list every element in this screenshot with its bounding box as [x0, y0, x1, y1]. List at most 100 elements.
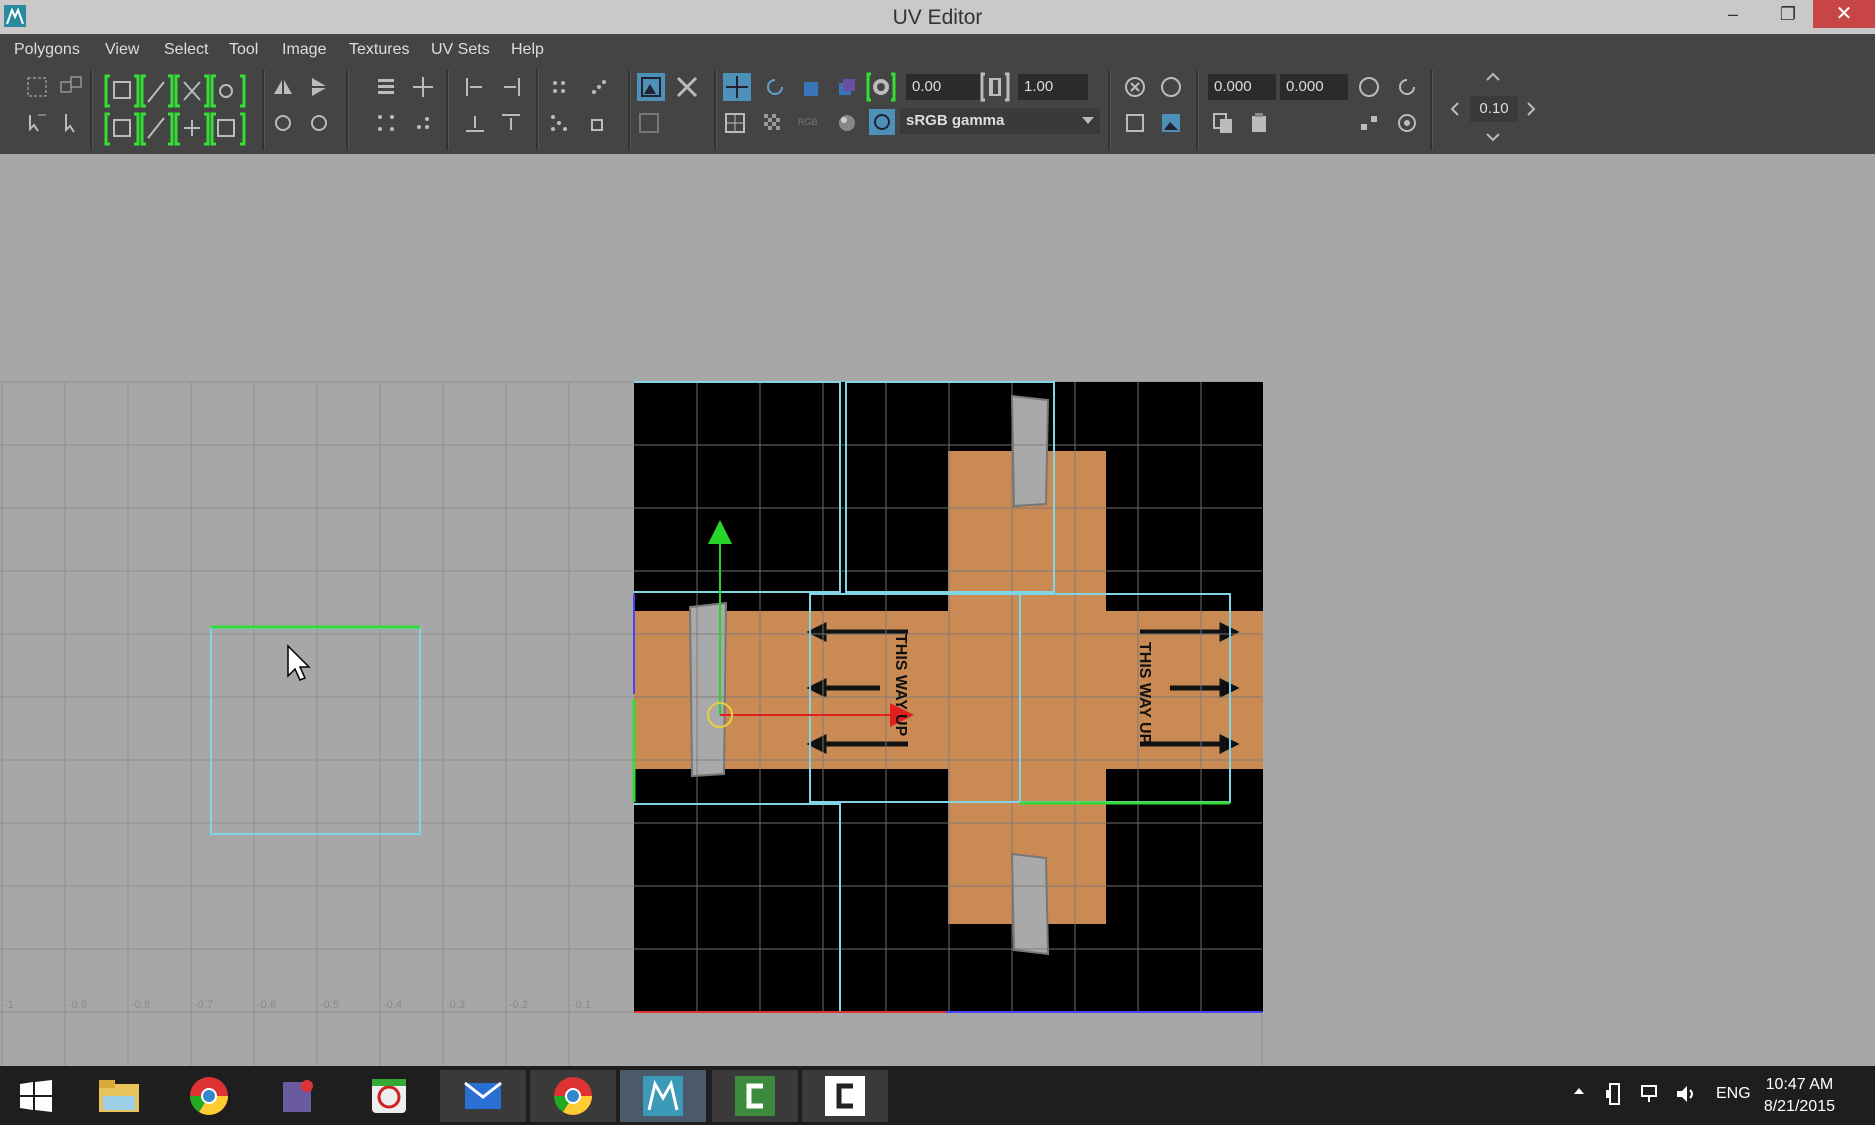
- copy-uv-icon[interactable]: [1122, 110, 1148, 136]
- uv-select-tool-icon[interactable]: [58, 110, 84, 136]
- paste-icon[interactable]: [1246, 110, 1272, 136]
- restore-button[interactable]: ❐: [1765, 0, 1811, 28]
- uv-pin-icon[interactable]: [1356, 74, 1382, 100]
- color-space-dropdown[interactable]: sRGB gamma: [900, 108, 1100, 134]
- shaded-uv-icon[interactable]: [834, 74, 860, 100]
- texture-borders-icon[interactable]: [798, 74, 824, 100]
- psd-network-icon[interactable]: [1158, 74, 1184, 100]
- display-image-icon[interactable]: [636, 72, 666, 102]
- start-button[interactable]: [0, 1070, 72, 1122]
- align-bottom-icon[interactable]: [462, 110, 488, 136]
- uv-viewport[interactable]: -1 -0.9 -0.8 -0.7 -0.6 -0.5 -0.4 -0.3 -0…: [0, 154, 1875, 1066]
- gamma-field[interactable]: 1.00: [1018, 74, 1088, 100]
- gamma-toggle-icon[interactable]: [980, 72, 1010, 102]
- rgb-channels-toggle[interactable]: RGB: [798, 117, 818, 127]
- toolbar-separator: [1108, 70, 1111, 150]
- input-language[interactable]: ENG: [1716, 1085, 1751, 1103]
- axis-label: -0.6: [257, 999, 276, 1011]
- align-left-icon[interactable]: [462, 74, 488, 100]
- uv-coords-icon[interactable]: [1122, 74, 1148, 100]
- mail-icon: [464, 1081, 502, 1109]
- camtasia-recorder-icon: [825, 1076, 865, 1116]
- u-coordinate-field[interactable]: 0.000: [1208, 74, 1276, 100]
- selection-constraint-group[interactable]: [104, 72, 254, 148]
- menu-select[interactable]: Select: [164, 41, 208, 59]
- color-management-icon[interactable]: [868, 108, 896, 136]
- rotate-cw-icon[interactable]: [306, 110, 332, 136]
- menu-view[interactable]: View: [105, 41, 139, 59]
- minimize-button[interactable]: –: [1713, 0, 1753, 28]
- display-alpha-icon[interactable]: [834, 110, 860, 136]
- clock-time: 10:47 AM: [1765, 1076, 1834, 1093]
- toolbar-separator: [1430, 70, 1433, 150]
- uv-settings-icon[interactable]: [1394, 110, 1420, 136]
- sew-uv-icon[interactable]: [410, 74, 436, 100]
- menu-bar: Polygons View Select Tool Image Textures…: [0, 34, 1875, 66]
- image-range-icon[interactable]: [1158, 110, 1184, 136]
- split-uv-icon[interactable]: [373, 110, 399, 136]
- battery-icon[interactable]: [1604, 1082, 1624, 1106]
- refresh-icon[interactable]: [762, 74, 788, 100]
- flip-v-icon[interactable]: [306, 74, 332, 100]
- step-right-icon[interactable]: [1522, 96, 1540, 122]
- exposure-field[interactable]: 0.00: [906, 74, 984, 100]
- copy-icon[interactable]: [1210, 110, 1236, 136]
- start-icon: [20, 1080, 52, 1112]
- uv-distribute-icon[interactable]: [1356, 110, 1382, 136]
- chrome-icon: [554, 1077, 592, 1115]
- network-icon[interactable]: [1638, 1082, 1660, 1106]
- chevron-down-icon: [1082, 117, 1094, 124]
- taskbar-file-explorer[interactable]: [76, 1070, 162, 1122]
- straighten-icon[interactable]: [586, 110, 612, 136]
- rotate-ccw-icon[interactable]: [270, 110, 296, 136]
- exposure-toggle-icon[interactable]: [866, 72, 896, 102]
- v-coordinate-field[interactable]: 0.000: [1280, 74, 1348, 100]
- uv-rotate-icon[interactable]: [1394, 74, 1420, 100]
- taskbar-camtasia[interactable]: [712, 1070, 798, 1122]
- shuffle-icon[interactable]: [674, 74, 700, 100]
- taskbar-screen-recorder[interactable]: [346, 1070, 432, 1122]
- menu-help[interactable]: Help: [511, 41, 544, 59]
- camtasia-icon: [735, 1076, 775, 1116]
- close-button[interactable]: ✕: [1813, 0, 1875, 28]
- axis-label: -1: [4, 999, 14, 1011]
- unfold-icon[interactable]: [586, 74, 612, 100]
- texture-text-this-way-up-1: THIS WAY UP: [892, 634, 909, 737]
- taskbar-mail[interactable]: [440, 1070, 526, 1122]
- dim-image-icon[interactable]: [636, 110, 662, 136]
- checker-icon[interactable]: [722, 110, 748, 136]
- uv-toolbar: RGB 0.00 1.00 sRGB gamma 0.000 0.000 0.1…: [0, 66, 1875, 155]
- uv-layout-icon[interactable]: [58, 74, 84, 100]
- grid-uv-icon[interactable]: [546, 110, 572, 136]
- uv-select-icon[interactable]: [24, 110, 50, 136]
- align-right-icon[interactable]: [498, 74, 524, 100]
- menu-tool[interactable]: Tool: [229, 41, 258, 59]
- taskbar-chrome[interactable]: [166, 1070, 252, 1122]
- taskbar-maya[interactable]: [620, 1070, 706, 1122]
- uv-snapshot-icon[interactable]: [24, 74, 50, 100]
- menu-uv-sets[interactable]: UV Sets: [431, 41, 490, 59]
- taskbar-chrome-2[interactable]: [530, 1070, 616, 1122]
- toolbar-separator: [262, 70, 265, 150]
- align-top-icon[interactable]: [498, 110, 524, 136]
- step-size-field[interactable]: 0.10: [1470, 96, 1518, 122]
- toggle-grid-icon[interactable]: [722, 72, 752, 102]
- menu-image[interactable]: Image: [282, 41, 326, 59]
- menu-polygons[interactable]: Polygons: [14, 41, 80, 59]
- taskbar-photoshop[interactable]: [256, 1070, 342, 1122]
- uv-grid: -1 -0.9 -0.8 -0.7 -0.6 -0.5 -0.4 -0.3 -0…: [0, 381, 1263, 1066]
- volume-icon[interactable]: [1674, 1082, 1698, 1106]
- step-up-icon[interactable]: [1480, 68, 1506, 86]
- normalize-icon[interactable]: [546, 74, 572, 100]
- flip-u-icon[interactable]: [270, 74, 296, 100]
- axis-label: -0.9: [68, 999, 87, 1011]
- show-hidden-icons-icon[interactable]: [1572, 1084, 1586, 1098]
- taskbar-clock[interactable]: 10:47 AM 8/21/2015: [1764, 1074, 1835, 1118]
- step-down-icon[interactable]: [1480, 128, 1506, 146]
- checker-map-icon[interactable]: [760, 110, 786, 136]
- menu-textures[interactable]: Textures: [349, 41, 409, 59]
- taskbar-camtasia-recorder[interactable]: [802, 1070, 888, 1122]
- step-left-icon[interactable]: [1446, 96, 1464, 122]
- merge-uv-icon[interactable]: [410, 110, 436, 136]
- cut-uv-icon[interactable]: [373, 74, 399, 100]
